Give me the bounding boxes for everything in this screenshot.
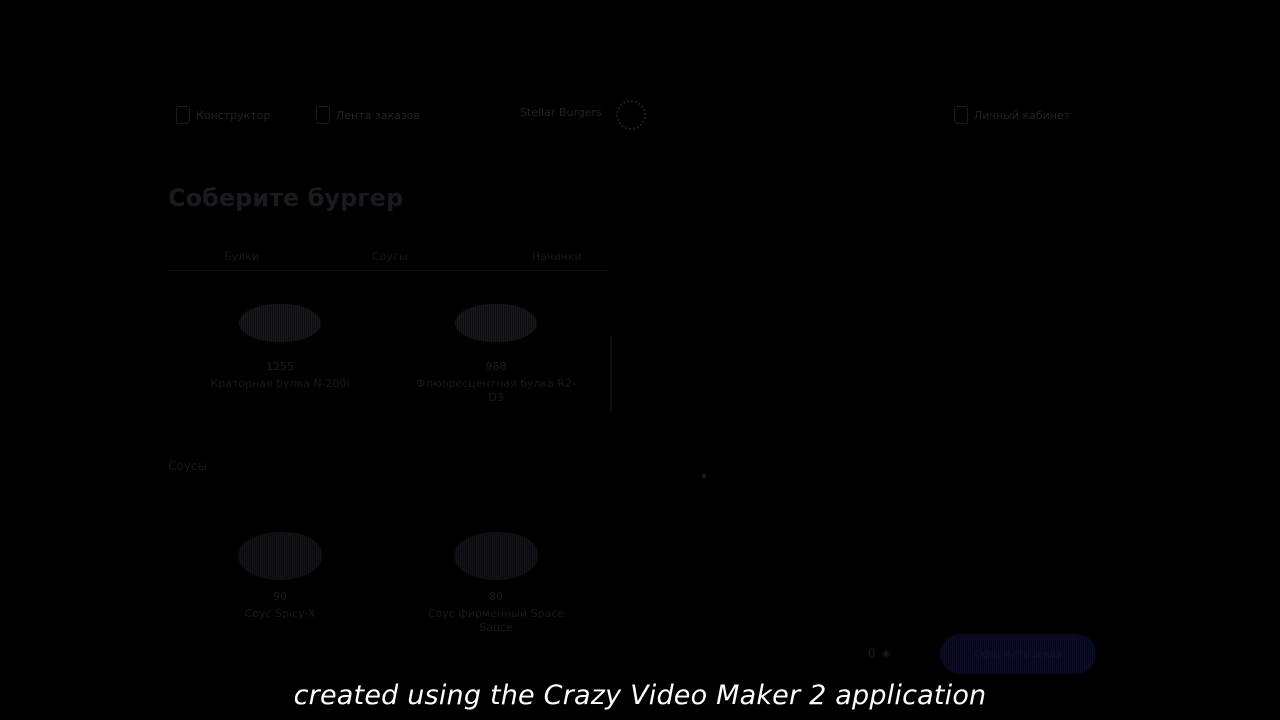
nav-order-feed-label: Лента заказов [336,108,420,122]
ingredient-card[interactable]: 80 Соус фирменный Space Sauce [416,532,576,652]
ingredient-name: Соус фирменный Space Sauce [427,607,565,634]
ingredients-scrollbar[interactable] [610,336,612,412]
nav-account-label: Личный кабинет [974,108,1071,122]
logo[interactable]: Stellar Burgers [520,106,602,119]
ingredient-price: 988 [485,360,507,373]
ingredient-price: 90 [273,590,287,603]
ingredient-name: Флюоресцентная булка R2-D3 [416,377,577,404]
constructor-drop-zone[interactable] [702,474,706,478]
currency-icon: ◈ [881,646,891,660]
ingredient-name: Соус Spicy-X [244,607,316,620]
tab-sauces[interactable]: Соусы [372,250,408,263]
total-value: 0 [868,646,876,660]
section-title-sauces: Соусы [168,459,207,473]
ingredient-price: 80 [489,590,503,603]
nav-constructor[interactable]: Конструктор [176,106,270,124]
planet-logo-icon [616,100,646,130]
logo-text: Stellar Burgers [520,106,602,119]
bun-image [455,304,537,342]
video-watermark-caption: created using the Crazy Video Maker 2 ap… [293,680,987,711]
tab-buns[interactable]: Булки [224,250,259,263]
sauce-image [238,532,322,580]
app-header: Конструктор Лента заказов Stellar Burger… [168,100,1080,132]
nav-constructor-label: Конструктор [196,108,271,122]
profile-icon [954,106,968,124]
list-icon [316,106,330,124]
ingredient-card[interactable]: 988 Флюоресцентная булка R2-D3 [416,304,576,424]
ingredient-name: Краторная булка N-200i [210,377,350,390]
ingredient-tabs: Булки Соусы Начинки [168,250,608,270]
tab-fillings[interactable]: Начинки [532,250,582,263]
tabs-divider [168,270,608,271]
page-title: Соберите бургер [168,184,404,212]
burger-icon [176,106,190,124]
app-screen: Конструктор Лента заказов Stellar Burger… [0,0,1280,720]
ingredient-card[interactable]: 1255 Краторная булка N-200i [200,304,360,424]
ingredient-price: 1255 [266,360,294,373]
place-order-button[interactable]: Оформить заказ [940,634,1096,674]
order-total: 0 ◈ [868,646,891,660]
sauce-image [454,532,538,580]
nav-account[interactable]: Личный кабинет [954,106,1070,124]
nav-order-feed[interactable]: Лента заказов [316,106,420,124]
ingredient-card[interactable]: 90 Соус Spicy-X [200,532,360,652]
bun-image [239,304,321,342]
